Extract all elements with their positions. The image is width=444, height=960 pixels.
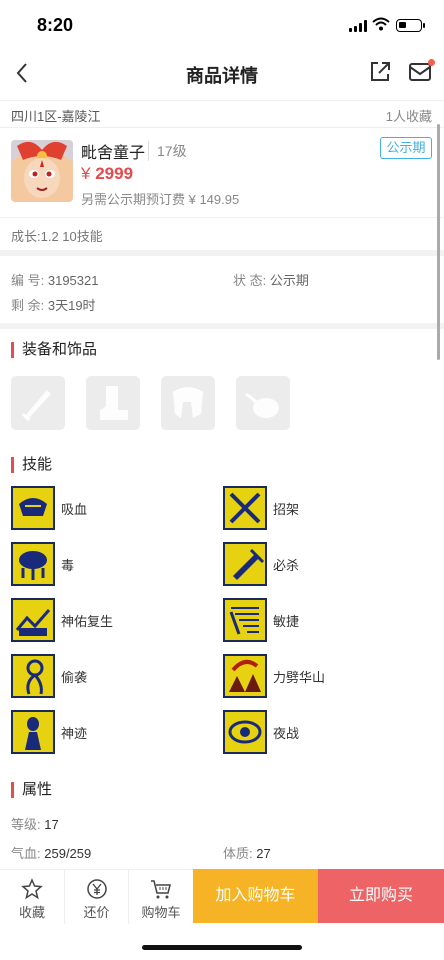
accessory-icon[interactable] [236, 376, 290, 430]
battery-icon [396, 19, 425, 32]
attr-hp-label: 气血: [11, 846, 41, 861]
remain-value: 3天19时 [47, 298, 96, 313]
cart-button[interactable]: 购物车 [129, 870, 193, 924]
bargain-label: 还价 [83, 905, 110, 920]
attr-level: 等级: 17 [11, 814, 59, 833]
home-indicator[interactable] [142, 945, 302, 950]
skill-name: 必杀 [273, 557, 300, 573]
wifi-icon [372, 17, 390, 31]
price: ¥ 2999 [81, 164, 133, 184]
poison-skill-icon [11, 542, 55, 586]
price-symbol: ¥ [81, 164, 91, 183]
skill-item[interactable]: 吸血 [11, 486, 87, 530]
attr-con-value: 27 [256, 846, 271, 861]
state-value: 公示期 [269, 273, 309, 288]
section-title-skills: 技能 [11, 457, 52, 473]
skill-name: 招架 [273, 501, 300, 517]
skill-item[interactable]: 神迹 [11, 710, 87, 754]
reservation-fee: 另需公示期预订费 ¥ 149.95 [81, 192, 240, 207]
skill-name: 吸血 [61, 501, 88, 517]
divider [0, 323, 444, 329]
bargain-button[interactable]: 还价 [65, 870, 128, 924]
attr-constitution: 体质: 27 [223, 843, 271, 862]
section-title-equipment: 装备和饰品 [11, 342, 97, 358]
attr-hp-value: 259/259 [44, 846, 92, 861]
id-row: 编 号: 3195321 [11, 270, 98, 289]
status-bar: 8:20 [0, 0, 444, 50]
price-value: 2999 [95, 164, 134, 183]
notification-dot [428, 59, 435, 66]
skill-item[interactable]: 必杀 [223, 542, 299, 586]
night-skill-icon [223, 710, 267, 754]
agility-skill-icon [223, 598, 267, 642]
status-badge: 公示期 [380, 137, 432, 159]
armor-icon[interactable] [161, 376, 215, 430]
section-title-attributes: 属性 [11, 782, 52, 798]
skill-item[interactable]: 夜战 [223, 710, 299, 754]
nav-bar: 商品详情 [0, 50, 444, 96]
weapon-icon[interactable] [11, 376, 65, 430]
remain-row: 剩 余: 3天19时 [11, 295, 96, 314]
miracle-skill-icon [11, 710, 55, 754]
vampire-skill-icon [11, 486, 55, 530]
cart-label: 购物车 [141, 905, 181, 920]
skill-name: 敏捷 [273, 613, 300, 629]
signal-icon [349, 20, 367, 32]
product-level: 17级 [148, 141, 187, 161]
star-icon [21, 878, 43, 900]
state-row: 状 态: 公示期 [233, 270, 309, 289]
growth-info: 成长:1.2 10技能 [0, 217, 444, 250]
share-icon[interactable] [366, 58, 394, 86]
id-value: 3195321 [47, 273, 99, 288]
attr-level-label: 等级: [11, 817, 41, 832]
favorite-button[interactable]: 收藏 [0, 870, 64, 924]
favorite-label: 收藏 [18, 905, 45, 920]
attr-con-label: 体质: [223, 846, 253, 861]
skill-item[interactable]: 毒 [11, 542, 74, 586]
favorite-count: 1人收藏 [385, 109, 432, 124]
skill-item[interactable]: 偷袭 [11, 654, 87, 698]
buy-now-button[interactable]: 立即购买 [318, 869, 444, 923]
scrollbar[interactable] [437, 124, 440, 360]
skill-name: 偷袭 [61, 669, 88, 685]
skill-name: 神迹 [61, 725, 88, 741]
add-to-cart-button[interactable]: 加入购物车 [193, 869, 318, 923]
server-row: 四川1区-嘉陵江 1人收藏 [0, 100, 444, 128]
parry-skill-icon [223, 486, 267, 530]
divider [0, 250, 444, 256]
boots-icon[interactable] [86, 376, 140, 430]
status-time: 8:20 [37, 15, 74, 35]
skill-name: 夜战 [273, 725, 300, 741]
server-name: 四川1区-嘉陵江 [11, 109, 101, 124]
product-name: 毗舍童子 [81, 145, 146, 162]
skill-item[interactable]: 招架 [223, 486, 299, 530]
cleave-skill-icon [223, 654, 267, 698]
revive-skill-icon [11, 598, 55, 642]
yen-icon [86, 879, 107, 899]
skill-name: 毒 [61, 557, 75, 573]
critical-skill-icon [223, 542, 267, 586]
avatar [11, 140, 73, 202]
cart-icon [151, 880, 171, 899]
id-label: 编 号: [11, 273, 45, 288]
skill-item[interactable]: 敏捷 [223, 598, 299, 642]
attr-hp: 气血: 259/259 [11, 843, 91, 862]
skill-name: 神佑复生 [61, 613, 114, 629]
remain-label: 剩 余: [11, 298, 45, 313]
sneak-skill-icon [11, 654, 55, 698]
skill-name: 力劈华山 [273, 669, 326, 685]
attr-level-value: 17 [44, 817, 59, 832]
skill-item[interactable]: 力劈华山 [223, 654, 325, 698]
skill-item[interactable]: 神佑复生 [11, 598, 113, 642]
state-label: 状 态: [233, 273, 267, 288]
